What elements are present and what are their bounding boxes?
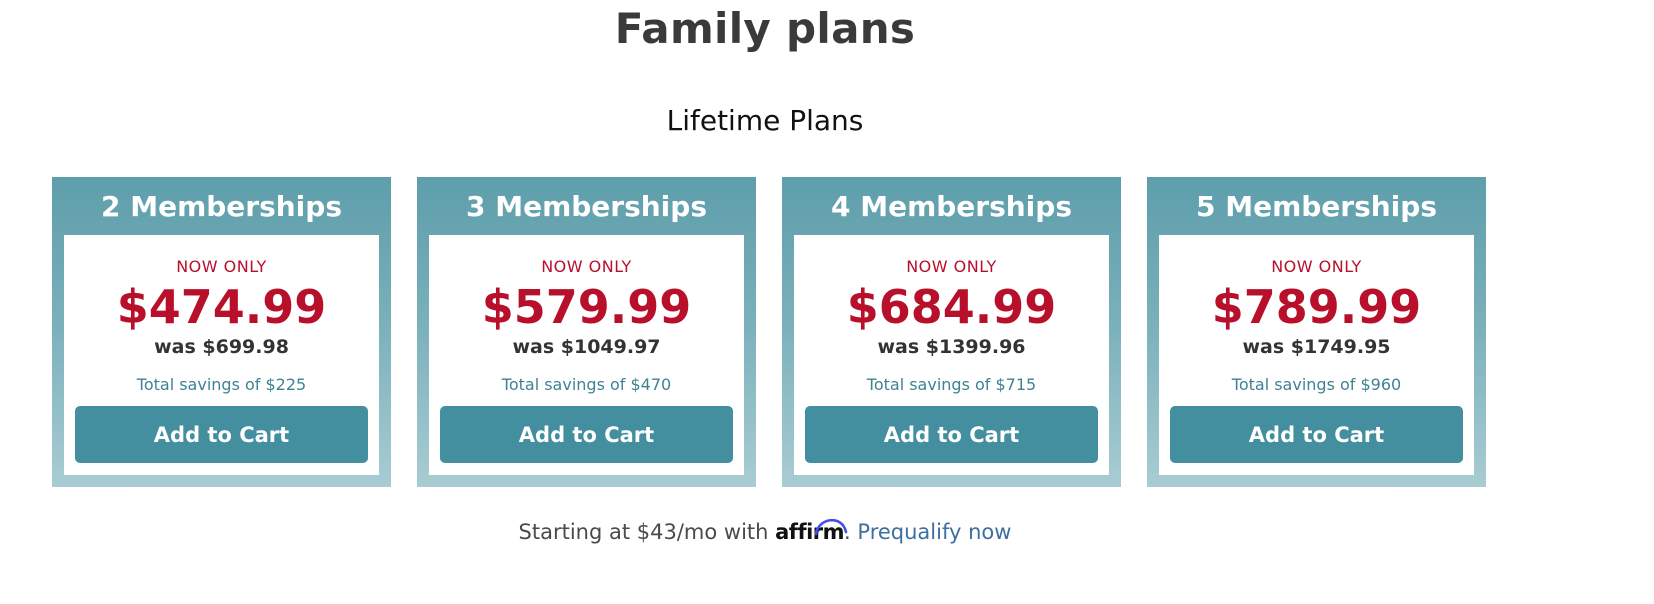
promo-label: NOW ONLY [541,257,632,276]
add-to-cart-button[interactable]: Add to Cart [440,406,733,463]
original-price: was $699.98 [154,336,289,358]
plan-cards: 2 Memberships NOW ONLY $474.99 was $699.… [52,177,1486,487]
plan-body: NOW ONLY $474.99 was $699.98 Total savin… [64,235,379,475]
promo-label: NOW ONLY [906,257,997,276]
plan-body: NOW ONLY $579.99 was $1049.97 Total savi… [429,235,744,475]
add-to-cart-button[interactable]: Add to Cart [1170,406,1463,463]
prequalify-link[interactable]: Prequalify now [857,520,1011,544]
plan-title: 2 Memberships [100,190,342,223]
sale-price: $684.99 [846,280,1057,334]
plan-title: 3 Memberships [465,190,707,223]
promo-label: NOW ONLY [1271,257,1362,276]
promo-label: NOW ONLY [176,257,267,276]
plan-title: 4 Memberships [830,190,1072,223]
savings-text: Total savings of $470 [501,375,672,394]
financing-note: Starting at $43/mo with affirm. Prequali… [0,518,1530,544]
plan-card: 2 Memberships NOW ONLY $474.99 was $699.… [52,177,391,487]
plan-title: 5 Memberships [1195,190,1437,223]
add-to-cart-button[interactable]: Add to Cart [805,406,1098,463]
original-price: was $1749.95 [1242,336,1391,358]
page-title: Family plans [614,4,916,53]
plan-card: 3 Memberships NOW ONLY $579.99 was $1049… [417,177,756,487]
sale-price: $789.99 [1211,280,1422,334]
plan-body: NOW ONLY $684.99 was $1399.96 Total savi… [794,235,1109,475]
affirm-logo-icon: affirm [775,518,848,544]
page: Family plans Lifetime Plans 2 Membership… [0,0,1654,604]
financing-text: Starting at $43/mo with [518,520,776,544]
affirm-arc-icon [814,518,848,536]
section-title: Lifetime Plans [666,104,864,137]
original-price: was $1049.97 [512,336,661,358]
original-price: was $1399.96 [877,336,1026,358]
sale-price: $474.99 [116,280,327,334]
plan-card: 5 Memberships NOW ONLY $789.99 was $1749… [1147,177,1486,487]
add-to-cart-button[interactable]: Add to Cart [75,406,368,463]
savings-text: Total savings of $715 [866,375,1037,394]
plan-card: 4 Memberships NOW ONLY $684.99 was $1399… [782,177,1121,487]
sale-price: $579.99 [481,280,692,334]
plan-body: NOW ONLY $789.99 was $1749.95 Total savi… [1159,235,1474,475]
savings-text: Total savings of $225 [136,375,307,394]
savings-text: Total savings of $960 [1231,375,1402,394]
